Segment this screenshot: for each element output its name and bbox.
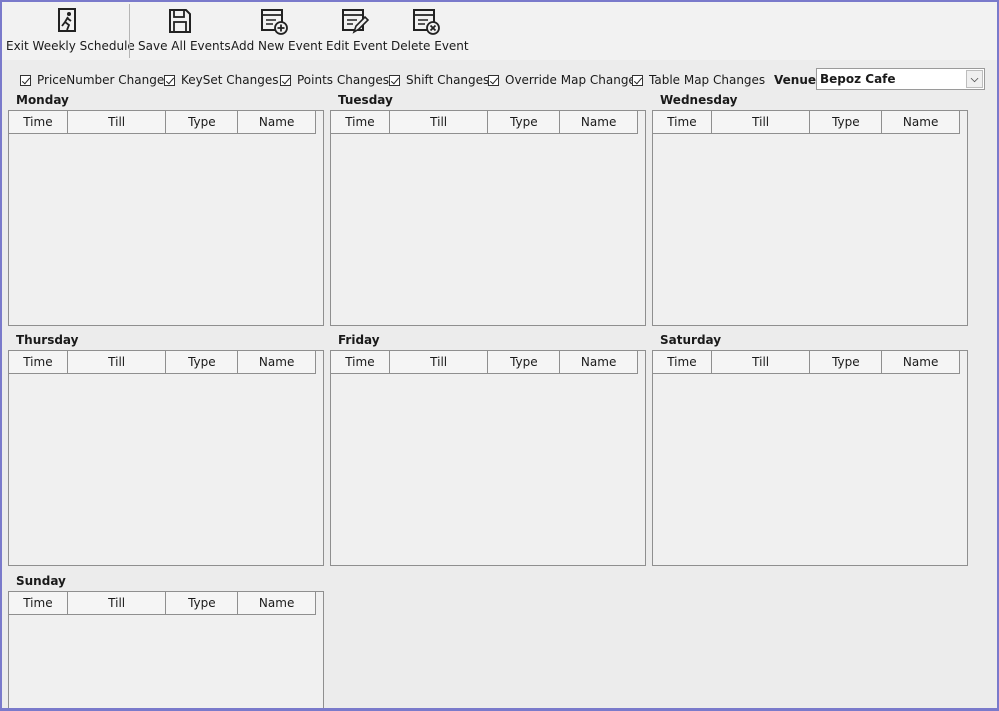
day-grid-saturday[interactable]: Time Till Type Name	[652, 350, 968, 566]
pricenumber-changes-label: PriceNumber Changes	[37, 73, 171, 87]
venue-select[interactable]: Bepoz Cafe ⌵	[816, 68, 985, 90]
add-new-event-button[interactable]: Add New Event	[231, 2, 323, 60]
delete-event-button[interactable]: Delete Event	[391, 2, 469, 60]
points-changes-checkbox[interactable]: Points Changes	[280, 73, 389, 87]
column-header-till[interactable]: Till	[712, 351, 811, 373]
column-header-name[interactable]: Name	[238, 351, 315, 373]
column-header-till[interactable]: Till	[68, 351, 167, 373]
override-map-changes-checkbox[interactable]: Override Map Changes	[488, 73, 642, 87]
column-header-till[interactable]: Till	[68, 111, 167, 133]
column-header-name[interactable]: Name	[882, 111, 959, 133]
column-header-time[interactable]: Time	[331, 351, 390, 373]
toolbar-separator	[129, 4, 130, 58]
day-grid-wednesday[interactable]: Time Till Type Name	[652, 110, 968, 326]
checkbox-box[interactable]	[488, 74, 499, 86]
table-map-changes-label: Table Map Changes	[649, 73, 766, 87]
column-header-type[interactable]: Type	[166, 351, 239, 373]
grid-header: Time Till Type Name	[9, 351, 316, 374]
points-changes-label: Points Changes	[297, 73, 390, 87]
column-header-time[interactable]: Time	[653, 351, 712, 373]
day-title-monday: Monday	[16, 93, 69, 107]
day-title-saturday: Saturday	[660, 333, 722, 347]
column-header-till[interactable]: Till	[390, 111, 489, 133]
column-header-time[interactable]: Time	[9, 351, 68, 373]
day-title-tuesday: Tuesday	[338, 93, 393, 107]
day-grid-monday[interactable]: Time Till Type Name	[8, 110, 324, 326]
checkbox-box[interactable]	[389, 74, 400, 86]
checkbox-box[interactable]	[632, 74, 643, 86]
keyset-changes-checkbox[interactable]: KeySet Changes	[164, 73, 278, 87]
checkbox-box[interactable]	[20, 74, 31, 86]
day-grid-friday[interactable]: Time Till Type Name	[330, 350, 646, 566]
edit-event-icon	[342, 9, 370, 34]
checkbox-box[interactable]	[164, 74, 175, 86]
column-header-till[interactable]: Till	[712, 111, 811, 133]
edit-event-button[interactable]: Edit Event	[326, 2, 388, 60]
chevron-down-icon[interactable]: ⌵	[966, 70, 983, 88]
shift-changes-checkbox[interactable]: Shift Changes	[389, 73, 489, 87]
column-header-type[interactable]: Type	[488, 351, 561, 373]
exit-weekly-schedule-button[interactable]: Exit Weekly Schedule	[6, 2, 135, 60]
column-header-time[interactable]: Time	[9, 592, 68, 614]
grid-header: Time Till Type Name	[653, 111, 960, 134]
venue-label: Venue:	[774, 73, 821, 87]
column-header-name[interactable]: Name	[238, 111, 315, 133]
column-header-name[interactable]: Name	[560, 111, 637, 133]
column-header-time[interactable]: Time	[331, 111, 390, 133]
table-map-changes-checkbox[interactable]: Table Map Changes	[632, 73, 765, 87]
checkbox-box[interactable]	[280, 74, 291, 86]
column-header-time[interactable]: Time	[9, 111, 68, 133]
column-header-till[interactable]: Till	[68, 592, 167, 614]
grid-header: Time Till Type Name	[331, 351, 638, 374]
add-event-icon	[261, 9, 288, 35]
grid-header: Time Till Type Name	[331, 111, 638, 134]
delete-event-label: Delete Event	[391, 39, 469, 53]
column-header-name[interactable]: Name	[238, 592, 315, 614]
day-title-thursday: Thursday	[16, 333, 79, 347]
column-header-type[interactable]: Type	[166, 111, 239, 133]
grid-header: Time Till Type Name	[9, 111, 316, 134]
column-header-type[interactable]: Type	[810, 351, 883, 373]
day-grid-tuesday[interactable]: Time Till Type Name	[330, 110, 646, 326]
column-header-type[interactable]: Type	[810, 111, 883, 133]
exit-run-icon	[58, 8, 76, 32]
pricenumber-changes-checkbox[interactable]: PriceNumber Changes	[20, 73, 171, 87]
column-header-type[interactable]: Type	[488, 111, 561, 133]
day-grid-sunday[interactable]: Time Till Type Name	[8, 591, 324, 708]
edit-event-label: Edit Event	[326, 39, 388, 53]
column-header-type[interactable]: Type	[166, 592, 239, 614]
keyset-changes-label: KeySet Changes	[181, 73, 279, 87]
override-map-changes-label: Override Map Changes	[505, 73, 643, 87]
save-all-events-label: Save All Events	[138, 39, 231, 53]
save-icon	[169, 9, 191, 33]
filter-bar: PriceNumber Changes KeySet Changes Point…	[0, 66, 995, 94]
exit-weekly-schedule-label: Exit Weekly Schedule	[6, 39, 135, 53]
delete-event-icon	[413, 9, 440, 35]
toolbar: Exit Weekly Schedule Save All Events Add…	[2, 2, 997, 60]
add-new-event-label: Add New Event	[231, 39, 323, 53]
column-header-till[interactable]: Till	[390, 351, 489, 373]
save-all-events-button[interactable]: Save All Events	[138, 2, 231, 60]
shift-changes-label: Shift Changes	[406, 73, 490, 87]
day-title-wednesday: Wednesday	[660, 93, 738, 107]
column-header-time[interactable]: Time	[653, 111, 712, 133]
day-title-friday: Friday	[338, 333, 380, 347]
grid-header: Time Till Type Name	[9, 592, 316, 615]
grid-header: Time Till Type Name	[653, 351, 960, 374]
column-header-name[interactable]: Name	[882, 351, 959, 373]
day-grid-thursday[interactable]: Time Till Type Name	[8, 350, 324, 566]
column-header-name[interactable]: Name	[560, 351, 637, 373]
day-title-sunday: Sunday	[16, 574, 66, 588]
venue-value: Bepoz Cafe	[820, 72, 896, 86]
